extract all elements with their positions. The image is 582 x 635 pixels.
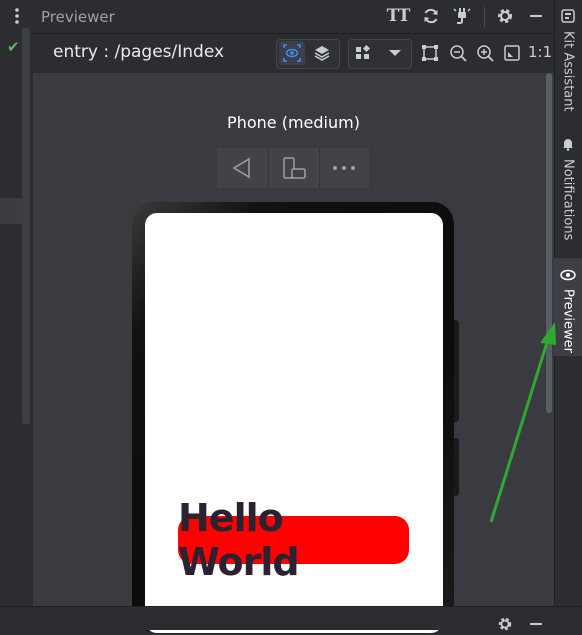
back-triangle-icon[interactable] xyxy=(217,148,267,188)
check-icon: ✔ xyxy=(7,38,20,56)
inspector-eye-icon[interactable] xyxy=(279,41,305,65)
more-options-icon[interactable] xyxy=(9,6,25,26)
minimize-icon[interactable] xyxy=(525,613,547,635)
tab-notifications[interactable]: Notifications xyxy=(554,136,582,240)
components-icon[interactable] xyxy=(350,41,376,65)
bell-icon xyxy=(561,136,575,155)
current-line-highlight xyxy=(0,198,22,224)
refresh-icon[interactable] xyxy=(420,5,442,27)
gear-icon[interactable] xyxy=(494,5,516,27)
kit-icon xyxy=(561,8,575,27)
plug-icon[interactable] xyxy=(451,5,473,27)
canvas-scrollbar[interactable] xyxy=(546,73,552,413)
layers-icon[interactable] xyxy=(309,41,335,65)
tab-kit-assistant[interactable]: Kit Assistant xyxy=(554,8,582,112)
zoom-out-icon[interactable] xyxy=(446,41,470,65)
zoom-in-icon[interactable] xyxy=(473,41,497,65)
eye-icon xyxy=(560,266,576,285)
hello-world-text[interactable]: Hello World xyxy=(178,496,409,584)
tab-label: Notifications xyxy=(560,159,576,241)
chevron-down-icon[interactable] xyxy=(382,41,408,65)
page-route-label[interactable]: entry : /pages/Index xyxy=(53,42,224,62)
font-size-icon[interactable]: TT xyxy=(387,5,411,27)
device-name: Phone (medium) xyxy=(227,113,360,132)
tab-label: Kit Assistant xyxy=(560,31,576,112)
tab-label: Previewer xyxy=(560,289,576,353)
tab-previewer[interactable]: Previewer xyxy=(554,258,582,356)
gear-icon[interactable] xyxy=(494,613,516,635)
fit-screen-icon[interactable] xyxy=(418,41,442,65)
actual-size-icon[interactable] xyxy=(500,41,524,65)
more-horizontal-icon[interactable] xyxy=(319,148,369,188)
editor-scrollbar[interactable] xyxy=(22,28,30,424)
rotate-device-icon[interactable] xyxy=(268,148,320,188)
toolbar-separator xyxy=(484,7,485,27)
one-to-one-button[interactable]: 1:1 xyxy=(528,43,552,61)
minimize-icon[interactable] xyxy=(525,5,547,27)
tool-window-title: Previewer xyxy=(41,8,115,26)
